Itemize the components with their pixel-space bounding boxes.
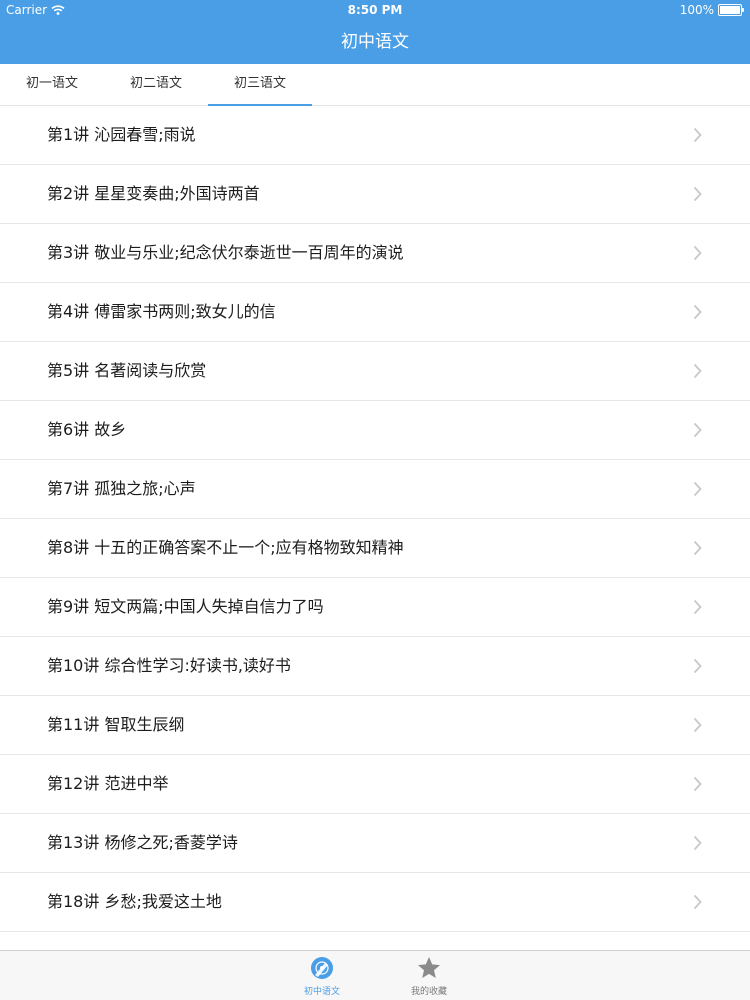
- lesson-label: 第10讲 综合性学习:好读书,读好书: [47, 656, 291, 675]
- list-item[interactable]: 第11讲 智取生辰纲: [0, 696, 750, 755]
- battery-indicator: 100%: [679, 0, 744, 20]
- tabbar-label: 我的收藏: [410, 987, 447, 997]
- chevron-right-icon: [693, 717, 702, 733]
- list-item[interactable]: 第13讲 杨修之死;香菱学诗: [0, 814, 750, 873]
- lesson-label: 第13讲 杨修之死;香菱学诗: [47, 833, 238, 852]
- chevron-right-icon: [693, 540, 702, 556]
- tab-grade-2[interactable]: 初二语文: [104, 64, 208, 104]
- chevron-right-icon: [693, 422, 702, 438]
- chevron-right-icon: [693, 186, 702, 202]
- lesson-label: 第7讲 孤独之旅;心声: [47, 479, 196, 498]
- tabbar-label: 初中语文: [303, 987, 340, 997]
- list-item[interactable]: 第19讲 我用残损的手掌;祖国啊,我亲爱的祖国: [0, 932, 750, 951]
- list-item[interactable]: 第12讲 范进中举: [0, 755, 750, 814]
- list-item[interactable]: 第6讲 故乡: [0, 401, 750, 460]
- tab-grade-1[interactable]: 初一语文: [0, 64, 104, 104]
- chevron-right-icon: [693, 363, 702, 379]
- chevron-right-icon: [693, 304, 702, 320]
- list-item[interactable]: 第18讲 乡愁;我爱这土地: [0, 873, 750, 932]
- grade-tabs: 初一语文 初二语文 初三语文: [0, 64, 750, 106]
- lesson-label: 第18讲 乡愁;我爱这土地: [47, 892, 222, 911]
- lesson-label: 第12讲 范进中举: [47, 774, 169, 793]
- lesson-label: 第4讲 傅雷家书两则;致女儿的信: [47, 302, 276, 321]
- list-item[interactable]: 第7讲 孤独之旅;心声: [0, 460, 750, 519]
- lesson-label: 第2讲 星星变奏曲;外国诗两首: [47, 184, 260, 203]
- lesson-label: 第5讲 名著阅读与欣赏: [47, 361, 207, 380]
- list-item[interactable]: 第10讲 综合性学习:好读书,读好书: [0, 637, 750, 696]
- list-item[interactable]: 第9讲 短文两篇;中国人失掉自信力了吗: [0, 578, 750, 637]
- lesson-label: 第11讲 智取生辰纲: [47, 715, 185, 734]
- tabbar-item-favorites[interactable]: 我的收藏: [379, 953, 479, 998]
- battery-icon: [718, 4, 744, 16]
- chevron-right-icon: [693, 127, 702, 143]
- lesson-label: 第6讲 故乡: [47, 420, 127, 439]
- list-item[interactable]: 第3讲 敬业与乐业;纪念伏尔泰逝世一百周年的演说: [0, 224, 750, 283]
- book-disc-icon: [311, 957, 333, 979]
- list-item[interactable]: 第2讲 星星变奏曲;外国诗两首: [0, 165, 750, 224]
- list-item[interactable]: 第4讲 傅雷家书两则;致女儿的信: [0, 283, 750, 342]
- chevron-right-icon: [693, 658, 702, 674]
- lesson-list[interactable]: 第1讲 沁园春雪;雨说第2讲 星星变奏曲;外国诗两首第3讲 敬业与乐业;纪念伏尔…: [0, 106, 750, 951]
- battery-percent: 100%: [679, 3, 714, 17]
- chevron-right-icon: [693, 245, 702, 261]
- status-bar: Carrier 8:50 PM 100%: [0, 0, 750, 20]
- tab-grade-3[interactable]: 初三语文: [208, 64, 312, 104]
- chevron-right-icon: [693, 894, 702, 910]
- lesson-label: 第8讲 十五的正确答案不止一个;应有格物致知精神: [47, 538, 404, 557]
- lesson-label: 第3讲 敬业与乐业;纪念伏尔泰逝世一百周年的演说: [47, 243, 404, 262]
- tabbar-item-chinese[interactable]: 初中语文: [272, 953, 372, 998]
- list-item[interactable]: 第5讲 名著阅读与欣赏: [0, 342, 750, 401]
- page-title: 初中语文: [341, 32, 409, 52]
- lesson-label: 第1讲 沁园春雪;雨说: [47, 125, 196, 144]
- chevron-right-icon: [693, 599, 702, 615]
- lesson-label: 第9讲 短文两篇;中国人失掉自信力了吗: [47, 597, 324, 616]
- status-time: 8:50 PM: [347, 3, 403, 17]
- list-item[interactable]: 第1讲 沁园春雪;雨说: [0, 106, 750, 165]
- chevron-right-icon: [693, 481, 702, 497]
- list-item[interactable]: 第8讲 十五的正确答案不止一个;应有格物致知精神: [0, 519, 750, 578]
- tab-bar: 初中语文 我的收藏: [0, 950, 750, 1000]
- chevron-right-icon: [693, 776, 702, 792]
- navigation-bar: Carrier 8:50 PM 100% 初中语文: [0, 0, 750, 64]
- chevron-right-icon: [693, 835, 702, 851]
- lesson-label: 第19讲 我用残损的手掌;祖国啊,我亲爱的祖国: [47, 932, 371, 951]
- star-icon: [418, 957, 440, 978]
